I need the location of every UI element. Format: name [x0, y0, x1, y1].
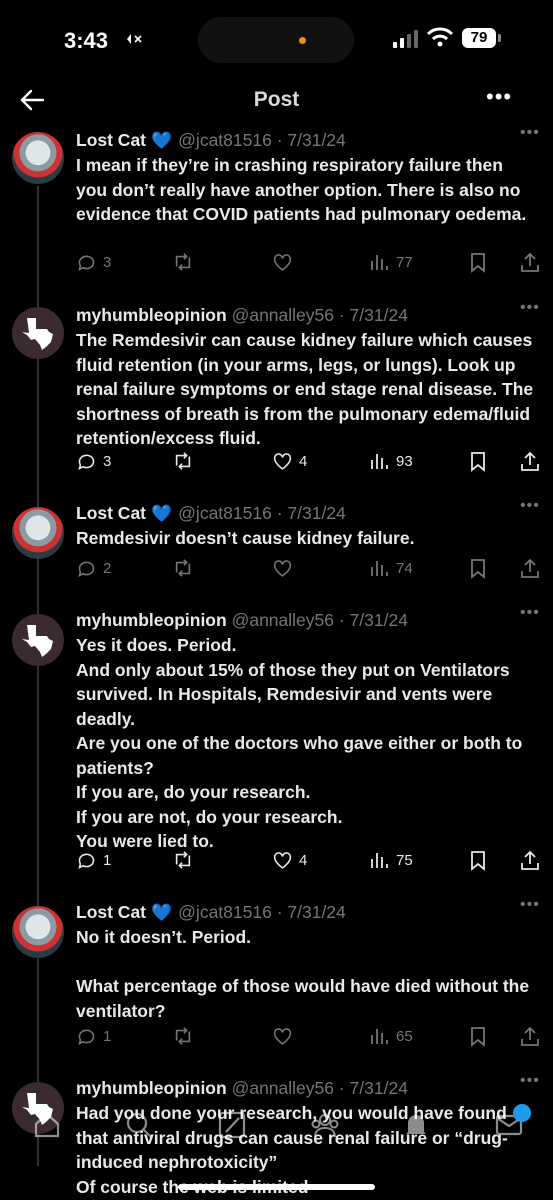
retweet-icon[interactable]: [172, 850, 194, 870]
like-button[interactable]: [272, 558, 299, 578]
handle-date: @annalley56 · 7/31/24: [231, 610, 408, 630]
tweet-actions: 1 4 75: [76, 850, 546, 874]
home-icon[interactable]: [32, 1110, 62, 1145]
like-count: 4: [299, 851, 308, 869]
share-icon[interactable]: [520, 252, 540, 273]
views-icon[interactable]: 93: [370, 451, 413, 471]
notifications-icon[interactable]: [401, 1110, 431, 1145]
reply-button[interactable]: 3: [76, 252, 111, 273]
bookmark-icon[interactable]: [469, 1026, 487, 1047]
like-button[interactable]: [272, 1026, 299, 1046]
views-count: 65: [396, 1027, 413, 1045]
wifi-icon: [426, 27, 454, 52]
tweet-text: I mean if they’re in crashing respirator…: [76, 155, 527, 224]
bookmark-icon[interactable]: [469, 850, 487, 871]
tweet-actions: 3 77: [76, 252, 546, 276]
display-name[interactable]: Lost Cat: [76, 902, 146, 922]
views-icon[interactable]: 74: [370, 558, 413, 578]
dynamic-island: [198, 17, 354, 63]
reply-count: 3: [103, 254, 112, 271]
status-time: 3:43: [64, 28, 109, 53]
reply-button[interactable]: 1: [76, 1026, 111, 1047]
share-icon[interactable]: [520, 558, 540, 579]
page-title: Post: [253, 88, 300, 111]
verified-icon: 💙: [151, 903, 173, 922]
tweet-more-icon[interactable]: •••: [520, 1072, 540, 1090]
more-icon[interactable]: •••: [486, 84, 512, 110]
like-button[interactable]: 4: [272, 451, 307, 471]
reply-count: 1: [103, 1028, 112, 1045]
avatar[interactable]: [12, 132, 64, 184]
bookmark-icon[interactable]: [469, 558, 487, 579]
grok-icon[interactable]: [217, 1110, 247, 1145]
handle-date: @annalley56 · 7/31/24: [231, 305, 408, 325]
post-header: Post •••: [0, 80, 553, 124]
tweet-text: Yes it does. Period. And only about 15% …: [76, 635, 523, 851]
tweet-text: Remdesivir doesn’t cause kidney failure.: [76, 528, 415, 548]
views-count: 93: [396, 452, 413, 470]
display-name[interactable]: Lost Cat: [76, 503, 146, 523]
avatar[interactable]: [12, 614, 64, 666]
share-icon[interactable]: [520, 1026, 540, 1047]
reply-count: 3: [103, 453, 112, 470]
handle-date: @annalley56 · 7/31/24: [231, 1078, 408, 1098]
display-name[interactable]: myhumbleopinion: [76, 610, 227, 630]
reply-button[interactable]: 3: [76, 451, 111, 472]
reply-count: 1: [103, 852, 112, 869]
like-count: 4: [299, 452, 308, 470]
tweet-actions: 3 4 93: [76, 451, 546, 475]
tweet-more-icon[interactable]: •••: [520, 604, 540, 622]
display-name[interactable]: myhumbleopinion: [76, 1078, 227, 1098]
cellular-signal-icon: [393, 30, 421, 53]
retweet-icon[interactable]: [172, 1026, 194, 1046]
handle-date: @jcat81516 · 7/31/24: [178, 902, 346, 922]
views-icon[interactable]: 77: [370, 252, 413, 272]
share-icon[interactable]: [520, 850, 540, 871]
tweet-actions: 1 65: [76, 1026, 546, 1050]
bottom-tab-bar: [0, 1100, 553, 1160]
bookmark-icon[interactable]: [469, 252, 487, 273]
tweet-text: The Remdesivir can cause kidney failure …: [76, 330, 538, 448]
handle-date: @jcat81516 · 7/31/24: [178, 503, 346, 523]
share-icon[interactable]: [520, 451, 540, 472]
reply-button[interactable]: 1: [76, 850, 111, 871]
like-button[interactable]: [272, 252, 299, 272]
views-count: 74: [396, 559, 413, 577]
handle-date: @jcat81516 · 7/31/24: [178, 130, 346, 150]
views-count: 75: [396, 851, 413, 869]
verified-icon: 💙: [151, 131, 173, 150]
views-icon[interactable]: 65: [370, 1026, 413, 1046]
tweet-more-icon[interactable]: •••: [520, 299, 540, 317]
tweet-more-icon[interactable]: •••: [520, 896, 540, 914]
reply-count: 2: [103, 560, 112, 577]
views-icon[interactable]: 75: [370, 850, 413, 870]
communities-icon[interactable]: [309, 1110, 341, 1145]
avatar[interactable]: [12, 906, 64, 958]
tweet-actions: 2 74: [76, 558, 546, 582]
battery-indicator: 79: [462, 28, 496, 48]
views-count: 77: [396, 253, 413, 271]
avatar[interactable]: [12, 507, 64, 559]
silent-mode-icon: [121, 30, 143, 53]
avatar[interactable]: [12, 307, 64, 359]
search-icon[interactable]: [124, 1110, 154, 1145]
display-name[interactable]: myhumbleopinion: [76, 305, 227, 325]
notification-badge: [513, 1104, 531, 1122]
tweet-text: No it doesn’t. Period. What percentage o…: [76, 927, 530, 1021]
verified-icon: 💙: [151, 504, 173, 523]
retweet-icon[interactable]: [172, 451, 194, 471]
retweet-icon[interactable]: [172, 558, 194, 578]
tweet-more-icon[interactable]: •••: [520, 497, 540, 515]
retweet-icon[interactable]: [172, 252, 194, 272]
status-bar: 3:43 79: [0, 0, 553, 80]
bookmark-icon[interactable]: [469, 451, 487, 472]
like-button[interactable]: 4: [272, 850, 307, 870]
home-indicator[interactable]: [178, 1184, 375, 1190]
display-name[interactable]: Lost Cat: [76, 130, 146, 150]
tweet-more-icon[interactable]: •••: [520, 124, 540, 142]
reply-button[interactable]: 2: [76, 558, 111, 579]
